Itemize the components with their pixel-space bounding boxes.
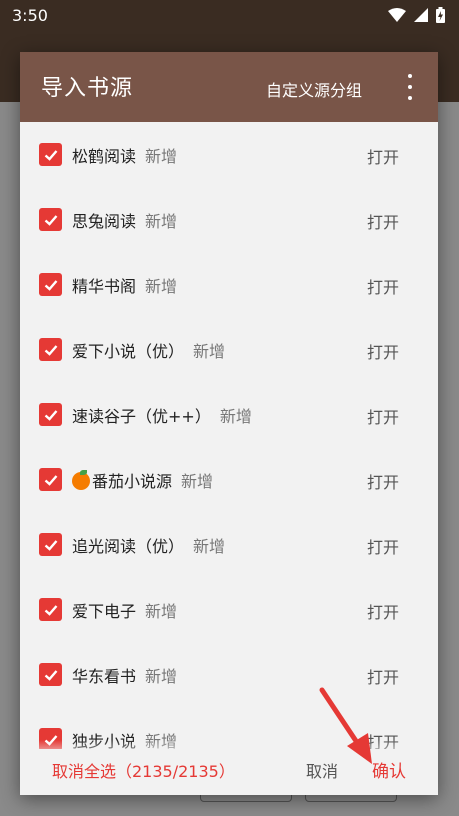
checkbox-checked-icon[interactable] <box>39 468 62 491</box>
deselect-all-button[interactable]: 取消全选（2135/2135） <box>52 758 235 782</box>
annotation-arrow-icon <box>319 687 372 764</box>
source-name: 思兔阅读 新增 <box>72 212 178 231</box>
signal-icon <box>414 8 428 22</box>
open-button[interactable]: 打开 <box>367 274 399 298</box>
new-tag: 新增 <box>145 667 178 686</box>
source-name: 番茄小说源 新增 <box>72 468 213 492</box>
open-button[interactable]: 打开 <box>367 404 399 428</box>
list-item[interactable]: 精华书阁 新增 打开 <box>20 252 438 317</box>
list-item[interactable]: 速读谷子（优++） 新增 打开 <box>20 382 438 447</box>
open-button[interactable]: 打开 <box>367 664 399 688</box>
list-item[interactable]: 爱下小说（优） 新增 打开 <box>20 317 438 382</box>
new-tag: 新增 <box>181 472 214 491</box>
source-name: 华东看书 新增 <box>72 667 178 686</box>
open-button[interactable]: 打开 <box>367 209 399 233</box>
source-name: 松鹤阅读 新增 <box>72 147 178 166</box>
custom-group-button[interactable]: 自定义源分组 <box>266 77 362 101</box>
dialog-title: 导入书源 <box>41 76 134 101</box>
checkbox-checked-icon[interactable] <box>39 663 62 686</box>
source-name: 速读谷子（优++） 新增 <box>72 407 252 426</box>
new-tag: 新增 <box>145 212 178 231</box>
new-tag: 新增 <box>193 537 226 556</box>
checkbox-checked-icon[interactable] <box>39 338 62 361</box>
checkbox-checked-icon[interactable] <box>39 143 62 166</box>
list-item[interactable]: 追光阅读（优） 新增 打开 <box>20 512 438 577</box>
import-source-dialog: 导入书源 自定义源分组 松鹤阅读 新增 打开 思兔阅读 新增 打开 精华书阁 新增 打… <box>20 52 438 795</box>
open-button[interactable]: 打开 <box>367 534 399 558</box>
status-time: 3:50 <box>12 6 48 25</box>
open-button[interactable]: 打开 <box>367 339 399 363</box>
source-name: 追光阅读（优） 新增 <box>72 537 226 556</box>
new-tag: 新增 <box>219 407 252 426</box>
new-tag: 新增 <box>145 147 178 166</box>
list-item[interactable]: 松鹤阅读 新增 打开 <box>20 122 438 187</box>
checkbox-checked-icon[interactable] <box>39 598 62 621</box>
more-options-icon[interactable] <box>398 74 422 100</box>
checkbox-checked-icon[interactable] <box>39 273 62 296</box>
source-name: 爱下电子 新增 <box>72 602 178 621</box>
dialog-header: 导入书源 自定义源分组 <box>20 52 438 122</box>
checkbox-checked-icon[interactable] <box>39 533 62 556</box>
checkbox-checked-icon[interactable] <box>39 208 62 231</box>
list-item[interactable]: 思兔阅读 新增 打开 <box>20 187 438 252</box>
source-name: 精华书阁 新增 <box>72 277 178 296</box>
tangerine-emoji-icon <box>72 470 90 490</box>
open-button[interactable]: 打开 <box>367 469 399 493</box>
new-tag: 新增 <box>145 277 178 296</box>
status-icons <box>388 7 445 23</box>
new-tag: 新增 <box>145 602 178 621</box>
status-bar: 3:50 <box>0 0 459 32</box>
checkbox-checked-icon[interactable] <box>39 403 62 426</box>
new-tag: 新增 <box>193 342 226 361</box>
open-button[interactable]: 打开 <box>367 599 399 623</box>
wifi-icon <box>388 8 406 22</box>
list-item[interactable]: 爱下电子 新增 打开 <box>20 577 438 642</box>
open-button[interactable]: 打开 <box>367 144 399 168</box>
source-name: 爱下小说（优） 新增 <box>72 342 226 361</box>
battery-icon <box>436 7 445 23</box>
list-item[interactable]: 番茄小说源 新增 打开 <box>20 447 438 512</box>
